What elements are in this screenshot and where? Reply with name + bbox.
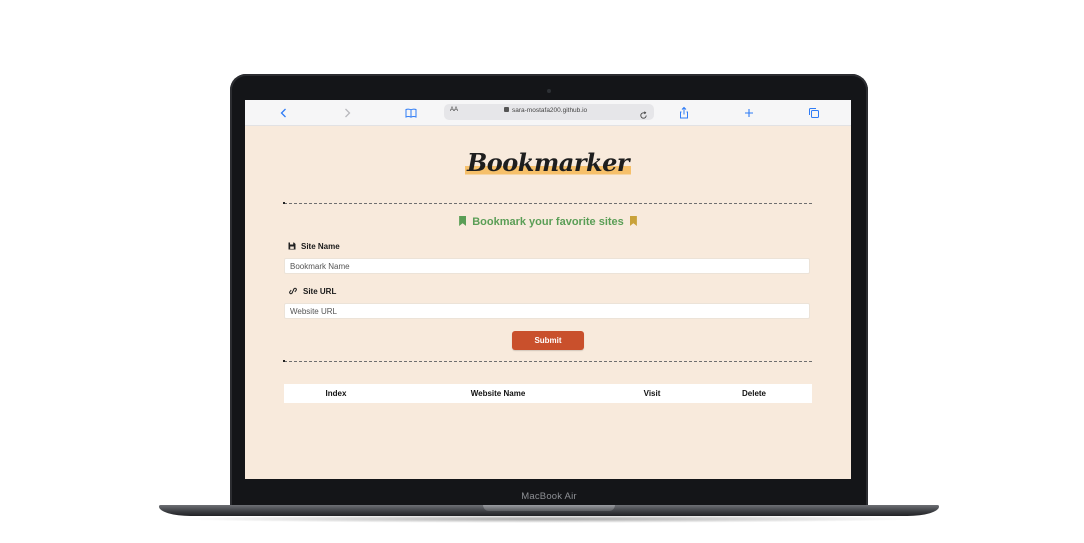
divider-bottom [283,360,812,362]
subtitle-text: Bookmark your favorite sites [472,216,624,228]
logo-text: Bookmarker [464,148,632,177]
forward-icon[interactable] [340,106,354,120]
logo: Bookmarker [245,148,851,177]
table-header-visit: Visit [643,389,661,398]
url-text: sara-mostafa200.github.io [512,107,588,114]
back-icon[interactable] [277,106,291,120]
tabs-overview-icon[interactable] [807,106,821,120]
divider-top [283,202,812,204]
link-icon [288,287,298,297]
site-name-label: Site Name [288,242,340,252]
floppy-disk-icon [288,242,296,252]
bookmark-icon [459,216,467,226]
table-header-index: Index [325,389,347,398]
new-tab-icon[interactable] [742,106,756,120]
site-name-input[interactable] [284,258,810,274]
lock-icon [504,107,509,112]
device-label: MacBook Air [521,491,577,502]
table-header-delete: Delete [741,389,767,398]
base-shadow [175,515,923,523]
browser-toolbar: AA sara-mostafa200.github.io [245,100,851,126]
screen: AA sara-mostafa200.github.io Bookmarker … [245,100,851,479]
share-icon[interactable] [677,106,691,120]
camera [547,89,551,93]
submit-button[interactable]: Submit [512,331,584,350]
bookmarks-table-header: Index Website Name Visit Delete [284,384,812,403]
base-notch [483,505,615,511]
reload-icon[interactable] [639,107,648,125]
site-url-label-text: Site URL [303,287,337,296]
site-url-label: Site URL [288,287,336,297]
site-name-label-text: Site Name [301,242,340,251]
reader-toggle[interactable]: AA [450,107,458,113]
bookmarks-book-icon[interactable] [404,106,418,120]
address-bar[interactable]: AA sara-mostafa200.github.io [444,104,654,120]
section-heading: Bookmark your favorite sites [245,215,851,228]
site-url-input[interactable] [284,303,810,319]
table-header-website-name: Website Name [470,389,526,398]
bookmark-icon [629,216,637,226]
